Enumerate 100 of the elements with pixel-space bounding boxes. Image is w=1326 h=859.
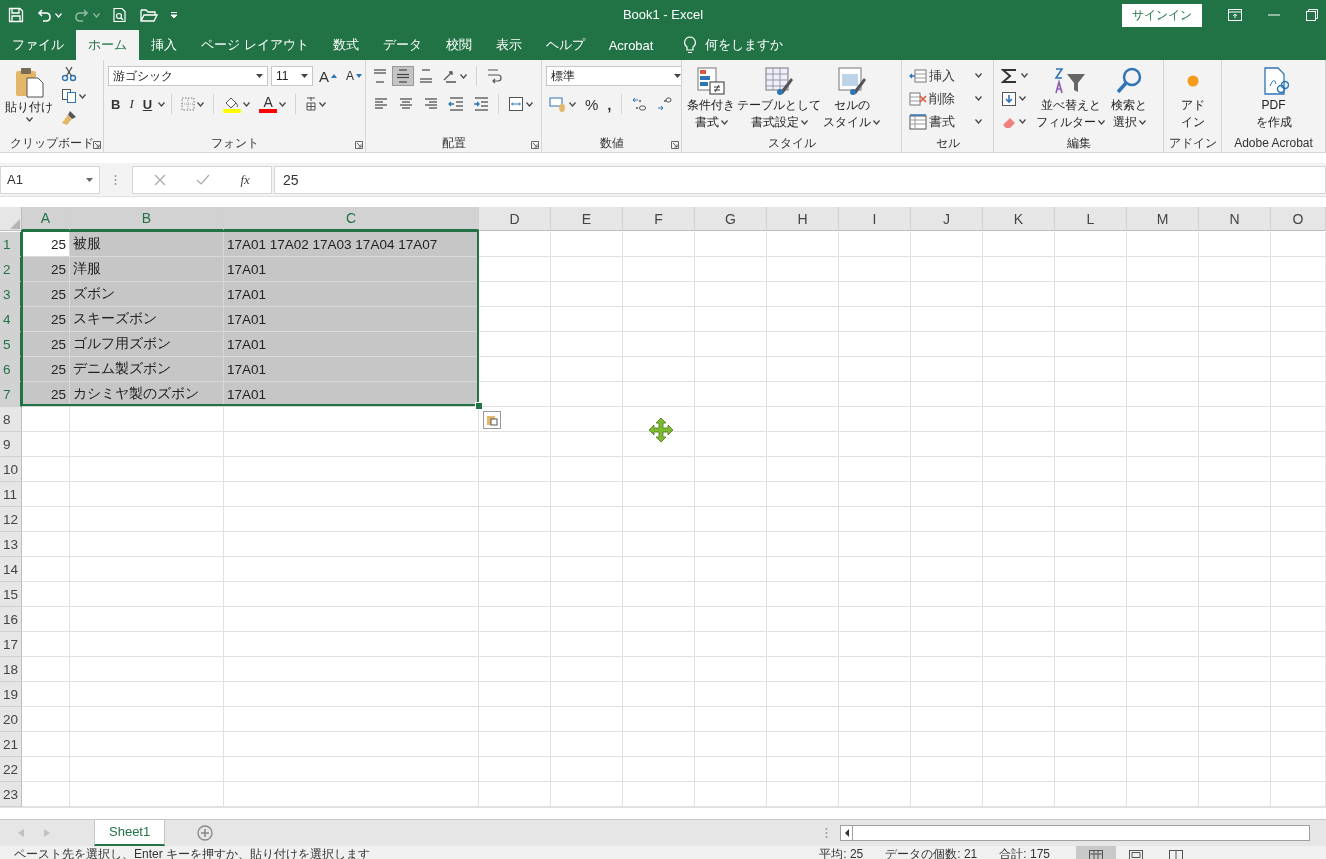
underline-button[interactable]: U (139, 94, 156, 114)
print-preview-button[interactable] (112, 7, 128, 23)
maximize-button[interactable] (1306, 9, 1318, 21)
font-name-dropdown[interactable]: 游ゴシック (108, 66, 268, 86)
column-header[interactable]: O (1271, 207, 1326, 231)
ribbon-button[interactable]: テーブルとして 書式設定 (736, 64, 822, 134)
grow-font-button[interactable]: A (316, 65, 340, 87)
table-cell (983, 707, 1055, 732)
column-header[interactable]: C (224, 207, 479, 231)
row-header[interactable]: 19 (0, 682, 22, 707)
column-header[interactable]: B (70, 207, 224, 231)
column-header[interactable]: L (1055, 207, 1127, 231)
row-header[interactable]: 17 (0, 632, 22, 657)
save-button[interactable] (8, 7, 24, 23)
row-header[interactable]: 9 (0, 432, 22, 457)
ribbon-tab[interactable]: データ (370, 30, 434, 60)
font-color-button[interactable]: A (256, 93, 290, 115)
column-header[interactable]: G (695, 207, 767, 231)
ribbon-tab[interactable]: ヘルプ (533, 30, 597, 60)
column-header[interactable]: K (983, 207, 1055, 231)
row-header[interactable]: 18 (0, 657, 22, 682)
vertical-align-button[interactable] (393, 67, 413, 85)
undo-button[interactable] (36, 7, 62, 23)
ribbon-tab[interactable]: Acrobat (596, 30, 666, 60)
horizontal-scrollbar[interactable] (840, 825, 1310, 841)
name-box[interactable]: A1 (0, 165, 100, 194)
ribbon-button[interactable]: アド イン (1179, 64, 1206, 134)
table-cell (1199, 607, 1271, 632)
shrink-font-button[interactable]: A (343, 67, 365, 85)
row-header[interactable]: 1 (0, 232, 22, 257)
column-header[interactable]: N (1199, 207, 1271, 231)
view-button[interactable] (1076, 846, 1116, 859)
row-header[interactable]: 11 (0, 482, 22, 507)
column-header[interactable]: H (767, 207, 839, 231)
dialog-launcher-button[interactable] (355, 141, 363, 149)
row-header[interactable]: 16 (0, 607, 22, 632)
row-header[interactable]: 8 (0, 407, 22, 432)
row-header[interactable]: 3 (0, 282, 22, 307)
column-header[interactable]: I (839, 207, 911, 231)
ribbon-tab[interactable]: 数式 (320, 30, 371, 60)
sheet-tab[interactable]: Sheet1 (94, 819, 166, 846)
ribbon-button[interactable]: 並べ替えと フィルター (1035, 64, 1106, 134)
row-header[interactable]: 23 (0, 782, 22, 807)
cells-menu-button[interactable]: 挿入 (906, 64, 985, 87)
formula-input[interactable]: 25 (274, 165, 1326, 194)
row-header[interactable]: 5 (0, 332, 22, 357)
tell-me-field[interactable]: 何をしますか (705, 36, 784, 54)
customize-toolbar-button[interactable] (170, 11, 178, 19)
bold-button[interactable]: B (108, 94, 124, 114)
number-format-dropdown[interactable]: 標準 (546, 66, 681, 86)
italic-button[interactable]: I (126, 94, 137, 114)
column-header[interactable]: F (623, 207, 695, 231)
column-header[interactable]: M (1127, 207, 1199, 231)
ribbon-tab[interactable]: ページ レイアウト (189, 30, 321, 60)
column-header[interactable]: J (911, 207, 983, 231)
fill-handle[interactable] (475, 402, 483, 410)
redo-button[interactable] (74, 7, 100, 23)
dialog-launcher-button[interactable] (93, 141, 101, 149)
ribbon-tab[interactable]: ホーム (76, 30, 139, 60)
currency-button[interactable] (546, 94, 579, 114)
ribbon-button[interactable]: セルの スタイル (822, 64, 881, 134)
row-header[interactable]: 21 (0, 732, 22, 757)
column-header[interactable]: D (479, 207, 551, 231)
table-cell (695, 657, 767, 682)
column-header[interactable]: A (22, 207, 70, 231)
dialog-launcher-button[interactable] (531, 141, 539, 149)
row-header[interactable]: 14 (0, 557, 22, 582)
row-header[interactable]: 15 (0, 582, 22, 607)
cells-menu-button[interactable]: 書式 (906, 110, 985, 133)
comma-button[interactable]: , (604, 93, 615, 115)
row-header[interactable]: 10 (0, 457, 22, 482)
row-header[interactable]: 12 (0, 507, 22, 532)
row-header[interactable]: 2 (0, 257, 22, 282)
insert-function-button[interactable]: fx (240, 171, 250, 188)
ribbon-button[interactable]: 条件付き 書式 (686, 64, 736, 134)
row-header[interactable]: 20 (0, 707, 22, 732)
ribbon-tab[interactable]: ファイル (0, 30, 76, 60)
row-header[interactable]: 4 (0, 307, 22, 332)
open-button[interactable] (140, 7, 158, 23)
row-header[interactable]: 22 (0, 757, 22, 782)
new-sheet-button[interactable] (197, 825, 214, 841)
paste-options-button[interactable] (483, 411, 501, 429)
ribbon-display-button[interactable] (1228, 9, 1242, 21)
dialog-launcher-button[interactable] (671, 141, 679, 149)
font-size-dropdown[interactable]: 11 (271, 66, 313, 86)
ribbon-button[interactable]: PDF を作成 (1254, 64, 1293, 134)
paste-button[interactable]: 貼り付け (4, 64, 54, 134)
ribbon-tab[interactable]: 挿入 (139, 30, 189, 60)
ribbon-tab[interactable]: 校閲 (433, 30, 484, 60)
cells-menu-button[interactable]: 削除 (906, 87, 985, 110)
row-header[interactable]: 13 (0, 532, 22, 557)
ribbon-tab[interactable]: 表示 (483, 30, 534, 60)
sign-in-button[interactable]: サインイン (1122, 3, 1202, 27)
table-cell (1199, 307, 1271, 332)
row-header[interactable]: 6 (0, 357, 22, 382)
row-header[interactable]: 7 (0, 382, 22, 407)
group-label: 配置 (441, 134, 466, 152)
percent-button[interactable]: % (582, 93, 602, 115)
column-header[interactable]: E (551, 207, 623, 231)
ribbon-button[interactable]: 検索と 選択 (1110, 64, 1148, 134)
